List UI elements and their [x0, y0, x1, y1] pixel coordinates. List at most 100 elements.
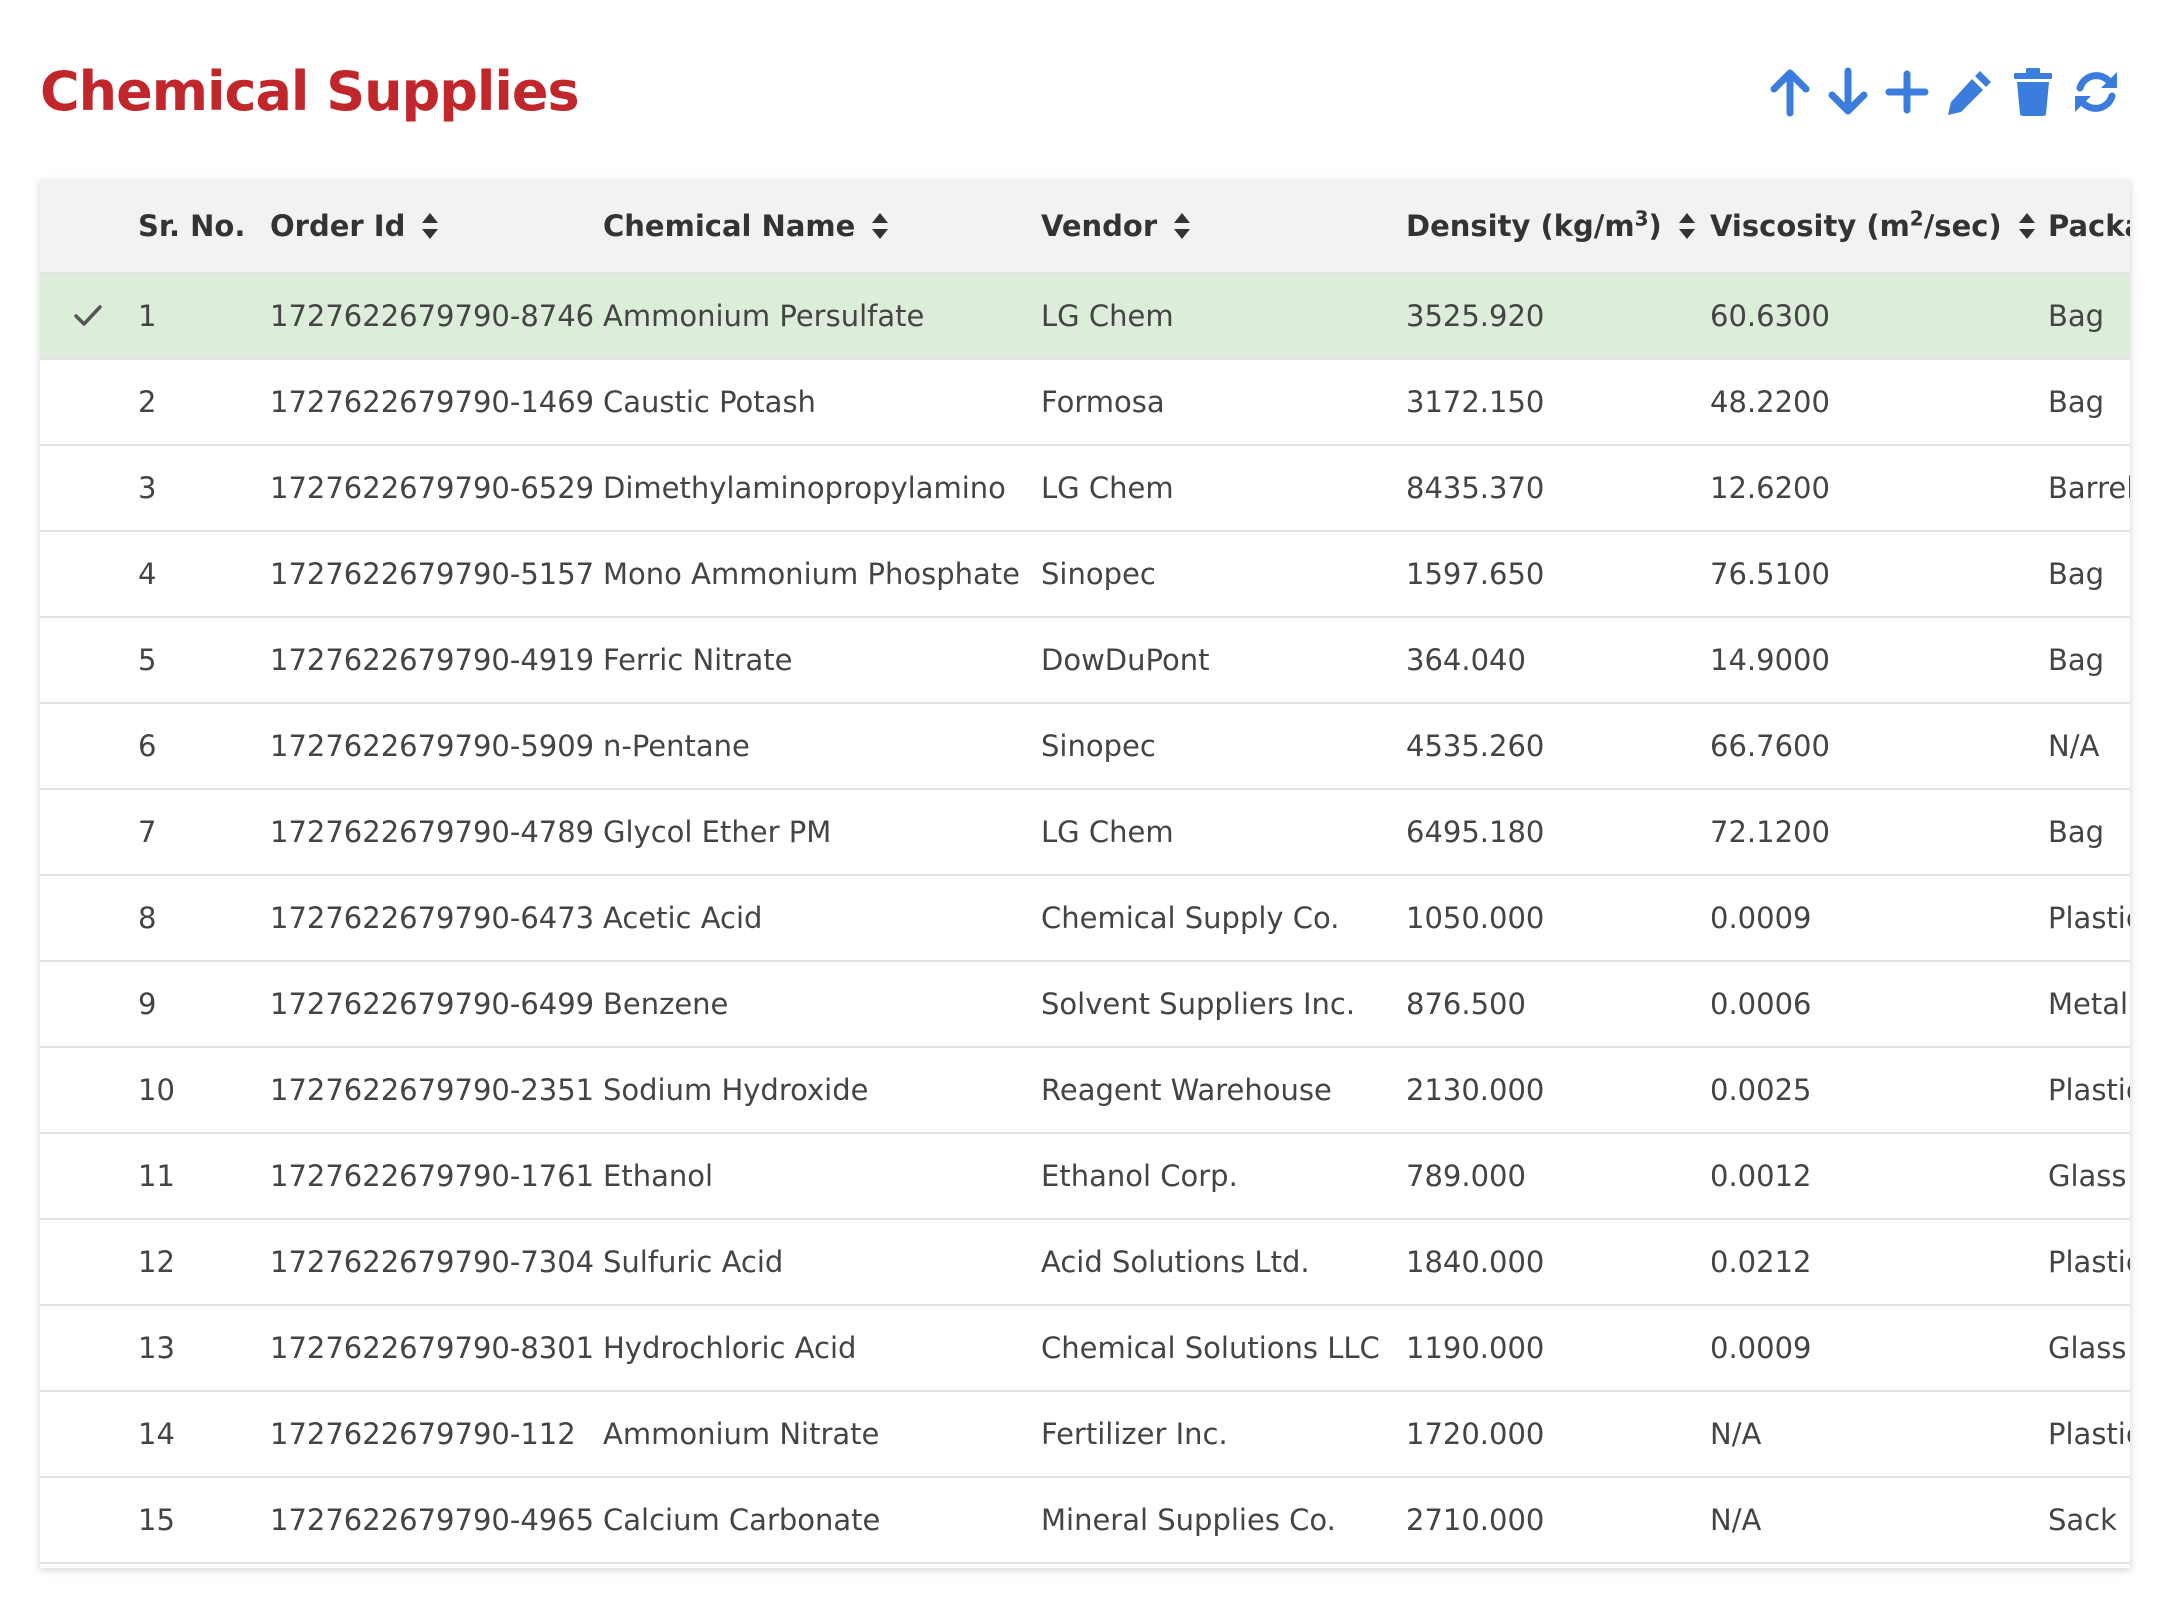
viscosity-cell[interactable]: 0.0025: [1710, 1048, 2046, 1132]
chemical-name-cell[interactable]: Caustic Potash: [603, 360, 1033, 444]
vendor-cell[interactable]: DowDuPont: [1041, 618, 1401, 702]
chemical-name-cell[interactable]: Calcium Carbonate: [603, 1478, 1033, 1562]
density-cell[interactable]: 1597.650: [1406, 532, 1706, 616]
packaging-cell[interactable]: Bag: [2048, 618, 2130, 702]
chemical-name-cell[interactable]: Ethanol: [603, 1134, 1033, 1218]
sr-no-cell[interactable]: 1: [138, 274, 258, 358]
header-density[interactable]: Density (kg/m3): [1406, 180, 1706, 272]
packaging-cell[interactable]: Glass: [2048, 1306, 2130, 1390]
chemical-name-cell[interactable]: Benzene: [603, 962, 1033, 1046]
vendor-cell[interactable]: Acid Solutions Ltd.: [1041, 1220, 1401, 1304]
viscosity-cell[interactable]: 0.0212: [1710, 1220, 2046, 1304]
refresh-button[interactable]: [2066, 56, 2126, 128]
row-select-cell[interactable]: [58, 1220, 118, 1304]
table-row[interactable]: 8 1727622679790-6473 Acetic Acid Chemical S…: [40, 876, 2130, 962]
packaging-cell[interactable]: Plastic: [2048, 876, 2130, 960]
table-row[interactable]: 15 1727622679790-4965 Calcium Carbonate Min…: [40, 1478, 2130, 1564]
viscosity-cell[interactable]: 76.5100: [1710, 532, 2046, 616]
sr-no-cell[interactable]: 11: [138, 1134, 258, 1218]
row-select-cell[interactable]: [58, 532, 118, 616]
density-cell[interactable]: 1720.000: [1406, 1392, 1706, 1476]
order-id-cell[interactable]: 1727622679790-6473: [270, 876, 600, 960]
table-row[interactable]: 2 1727622679790-1469 Caustic Potash Formosa…: [40, 360, 2130, 446]
vendor-cell[interactable]: Sinopec: [1041, 532, 1401, 616]
header-viscosity[interactable]: Viscosity (m2/sec): [1710, 180, 2046, 272]
viscosity-cell[interactable]: 0.0012: [1710, 1134, 2046, 1218]
viscosity-cell[interactable]: 12.6200: [1710, 446, 2046, 530]
density-cell[interactable]: 4535.260: [1406, 704, 1706, 788]
density-cell[interactable]: 3172.150: [1406, 360, 1706, 444]
packaging-cell[interactable]: Bag: [2048, 360, 2130, 444]
packaging-cell[interactable]: Barrel: [2048, 446, 2130, 530]
table-row[interactable]: 5 1727622679790-4919 Ferric Nitrate DowDuPo…: [40, 618, 2130, 704]
sr-no-cell[interactable]: 2: [138, 360, 258, 444]
sr-no-cell[interactable]: 6: [138, 704, 258, 788]
header-order-id[interactable]: Order Id: [270, 180, 600, 272]
packaging-cell[interactable]: Bag: [2048, 274, 2130, 358]
sr-no-cell[interactable]: 5: [138, 618, 258, 702]
packaging-cell[interactable]: Bag: [2048, 790, 2130, 874]
vendor-cell[interactable]: Fertilizer Inc.: [1041, 1392, 1401, 1476]
density-cell[interactable]: 2130.000: [1406, 1048, 1706, 1132]
row-select-cell[interactable]: [58, 876, 118, 960]
sr-no-cell[interactable]: 3: [138, 446, 258, 530]
move-down-button[interactable]: [1818, 56, 1878, 128]
row-select-cell[interactable]: [58, 1306, 118, 1390]
viscosity-cell[interactable]: 14.9000: [1710, 618, 2046, 702]
sr-no-cell[interactable]: 14: [138, 1392, 258, 1476]
order-id-cell[interactable]: 1727622679790-4965: [270, 1478, 600, 1562]
order-id-cell[interactable]: 1727622679790-8746: [270, 274, 600, 358]
density-cell[interactable]: 876.500: [1406, 962, 1706, 1046]
order-id-cell[interactable]: 1727622679790-4919: [270, 618, 600, 702]
sr-no-cell[interactable]: 15: [138, 1478, 258, 1562]
row-select-cell[interactable]: [58, 274, 118, 358]
row-select-cell[interactable]: [58, 1048, 118, 1132]
header-chemical-name[interactable]: Chemical Name: [603, 180, 1033, 272]
chemical-name-cell[interactable]: Mono Ammonium Phosphate: [603, 532, 1033, 616]
order-id-cell[interactable]: 1727622679790-7304: [270, 1220, 600, 1304]
chemical-name-cell[interactable]: n-Pentane: [603, 704, 1033, 788]
packaging-cell[interactable]: Glass: [2048, 1134, 2130, 1218]
packaging-cell[interactable]: Plastic: [2048, 1220, 2130, 1304]
vendor-cell[interactable]: LG Chem: [1041, 274, 1401, 358]
row-select-cell[interactable]: [58, 1392, 118, 1476]
table-row[interactable]: 14 1727622679790-112 Ammonium Nitrate Ferti…: [40, 1392, 2130, 1478]
table-row[interactable]: 9 1727622679790-6499 Benzene Solvent Suppli…: [40, 962, 2130, 1048]
density-cell[interactable]: 364.040: [1406, 618, 1706, 702]
density-cell[interactable]: 789.000: [1406, 1134, 1706, 1218]
density-cell[interactable]: 6495.180: [1406, 790, 1706, 874]
row-select-cell[interactable]: [58, 360, 118, 444]
order-id-cell[interactable]: 1727622679790-112: [270, 1392, 600, 1476]
viscosity-cell[interactable]: N/A: [1710, 1392, 2046, 1476]
table-row[interactable]: 3 1727622679790-6529 Dimethylaminopropylam…: [40, 446, 2130, 532]
viscosity-cell[interactable]: 72.1200: [1710, 790, 2046, 874]
viscosity-cell[interactable]: 60.6300: [1710, 274, 2046, 358]
order-id-cell[interactable]: 1727622679790-8301: [270, 1306, 600, 1390]
packaging-cell[interactable]: Bag: [2048, 532, 2130, 616]
vendor-cell[interactable]: Sinopec: [1041, 704, 1401, 788]
vendor-cell[interactable]: Solvent Suppliers Inc.: [1041, 962, 1401, 1046]
vendor-cell[interactable]: LG Chem: [1041, 446, 1401, 530]
sr-no-cell[interactable]: 13: [138, 1306, 258, 1390]
delete-button[interactable]: [2003, 56, 2063, 128]
vendor-cell[interactable]: LG Chem: [1041, 790, 1401, 874]
row-select-cell[interactable]: [58, 446, 118, 530]
order-id-cell[interactable]: 1727622679790-5157: [270, 532, 600, 616]
chemical-name-cell[interactable]: Ammonium Nitrate: [603, 1392, 1033, 1476]
row-select-cell[interactable]: [58, 704, 118, 788]
chemical-name-cell[interactable]: Acetic Acid: [603, 876, 1033, 960]
chemical-name-cell[interactable]: Sodium Hydroxide: [603, 1048, 1033, 1132]
table-row[interactable]: 1 1727622679790-8746 Ammonium Persulfate LG…: [40, 274, 2130, 360]
viscosity-cell[interactable]: 48.2200: [1710, 360, 2046, 444]
table-row[interactable]: 10 1727622679790-2351 Sodium Hydroxide Reag…: [40, 1048, 2130, 1134]
order-id-cell[interactable]: 1727622679790-1469: [270, 360, 600, 444]
density-cell[interactable]: 8435.370: [1406, 446, 1706, 530]
sr-no-cell[interactable]: 9: [138, 962, 258, 1046]
order-id-cell[interactable]: 1727622679790-6529: [270, 446, 600, 530]
add-row-button[interactable]: [1877, 56, 1937, 128]
density-cell[interactable]: 2710.000: [1406, 1478, 1706, 1562]
sr-no-cell[interactable]: 8: [138, 876, 258, 960]
chemical-name-cell[interactable]: Ferric Nitrate: [603, 618, 1033, 702]
packaging-cell[interactable]: N/A: [2048, 704, 2130, 788]
packaging-cell[interactable]: Metal: [2048, 962, 2130, 1046]
